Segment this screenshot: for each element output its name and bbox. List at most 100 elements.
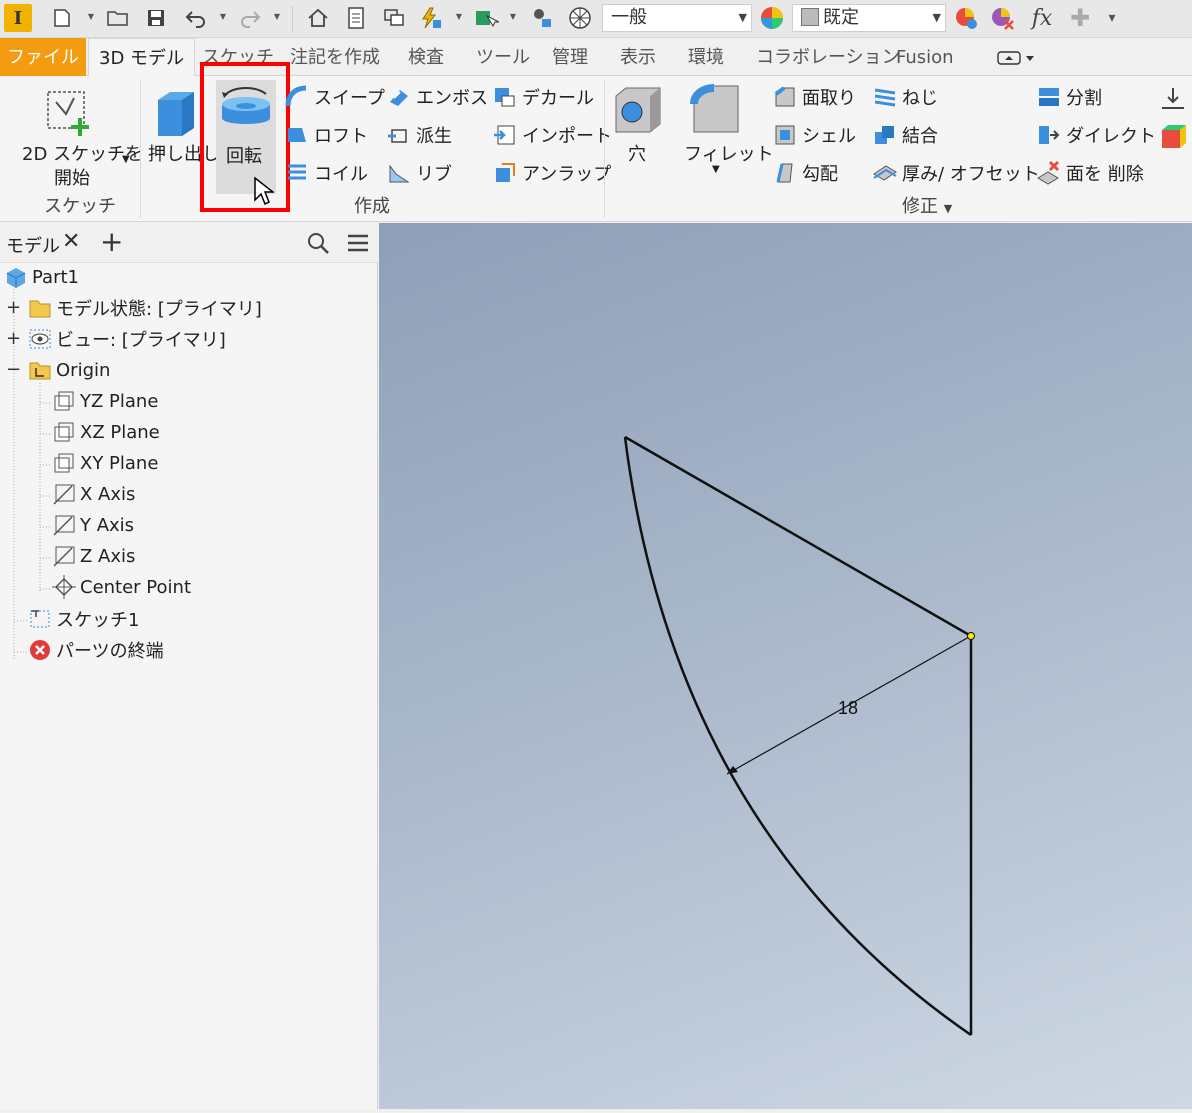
select-dropdown-icon[interactable]: ▼ (508, 12, 518, 22)
combine-button[interactable]: 結合 (872, 120, 938, 150)
group-label-modify[interactable]: 修正 ▼ (902, 192, 952, 218)
new-file-icon[interactable] (48, 4, 76, 32)
new-dropdown-icon[interactable]: ▼ (86, 12, 96, 22)
tree-item-view[interactable]: ビュー: [プライマリ] (28, 325, 226, 353)
thread-button[interactable]: ねじ (872, 82, 938, 112)
tree-item-sketch1[interactable]: スケッチ1 (28, 605, 139, 633)
undo-icon[interactable] (182, 4, 210, 32)
dimension-text[interactable]: 18 (838, 698, 858, 718)
undo-dropdown-icon[interactable]: ▼ (218, 12, 228, 22)
tree-item-center-point[interactable]: Center Point (52, 573, 191, 601)
delete-face-button[interactable]: 面を 削除 (1036, 158, 1144, 188)
collapse-minus-icon[interactable]: − (6, 359, 21, 380)
sweep-label: スイープ (314, 88, 385, 109)
tree-item-y-axis[interactable]: Y Axis (52, 511, 134, 539)
select-mode-icon[interactable] (472, 4, 500, 32)
split-label: 分割 (1066, 88, 1102, 109)
parameters-fx-icon[interactable]: fx (1028, 4, 1056, 32)
unwrap-button[interactable]: アンラップ (492, 158, 611, 188)
tree-item-end-of-part[interactable]: パーツの終端 (28, 636, 164, 664)
properties-icon[interactable] (342, 4, 370, 32)
tab-3d-model[interactable]: 3D モデル (88, 38, 196, 77)
surface-patch-icon[interactable] (1158, 84, 1188, 114)
tab-fusion[interactable]: Fusion (886, 38, 964, 76)
split-button[interactable]: 分割 (1036, 82, 1102, 112)
design-doctor-icon[interactable] (528, 4, 556, 32)
extrude-icon[interactable] (152, 84, 198, 140)
import-button[interactable]: インポート (492, 120, 612, 150)
derive-button[interactable]: 派生 (386, 120, 452, 150)
fillet-dropdown-icon[interactable]: ▼ (712, 164, 720, 175)
loft-button[interactable]: ロフト (284, 120, 368, 150)
tab-view[interactable]: 表示 (610, 38, 666, 76)
tab-annotate[interactable]: 注記を作成 (280, 38, 390, 76)
hole-label[interactable]: 穴 (628, 140, 646, 166)
rib-button[interactable]: リブ (386, 158, 452, 188)
fillet-icon[interactable] (690, 82, 742, 138)
tree-item-yz-plane[interactable]: YZ Plane (52, 387, 158, 415)
quick-access-toolbar: I ▼ ▼ ▼ ▼ ▼ 一般 ▼ 既定 ▼ fx ✚ ▾ (0, 0, 1192, 38)
fillet-label[interactable]: フィレット (684, 140, 774, 166)
tree-item-origin[interactable]: Origin (28, 356, 110, 384)
shell-button[interactable]: シェル (772, 120, 856, 150)
split-icon (1039, 88, 1059, 106)
redo-dropdown-icon[interactable]: ▼ (272, 12, 282, 22)
select-window-icon[interactable] (380, 4, 408, 32)
ribbon-display-toggle[interactable] (996, 50, 1036, 66)
tab-tools[interactable]: ツール (466, 38, 540, 76)
tab-file[interactable]: ファイル (0, 38, 86, 76)
plane-icon (54, 453, 74, 473)
draft-button[interactable]: 勾配 (772, 158, 838, 188)
expand-plus-icon[interactable]: + (6, 328, 21, 349)
view-eye-icon (29, 329, 51, 349)
derive-label: 派生 (416, 126, 452, 147)
graphics-viewport[interactable]: 18 (379, 223, 1192, 1109)
clear-appearance-icon[interactable] (988, 4, 1016, 32)
material-color-icon[interactable] (758, 4, 786, 32)
sketch-dropdown-icon[interactable]: ▼ (122, 154, 130, 165)
customize-menu-icon[interactable]: ▾ (1098, 4, 1126, 32)
tree-label: Y Axis (80, 514, 135, 536)
tree-item-part1[interactable]: Part1 (4, 263, 79, 291)
save-icon[interactable] (142, 4, 170, 32)
unwrap-label: アンラップ (522, 164, 612, 185)
thicken-button[interactable]: 厚み/ オフセット (872, 158, 1040, 188)
plus-icon[interactable]: ✚ (1066, 4, 1094, 32)
tree-item-xy-plane[interactable]: XY Plane (52, 449, 158, 477)
appearance-combo[interactable]: 一般 ▼ (602, 4, 752, 32)
appearance-ball-icon[interactable] (566, 4, 594, 32)
direct-button[interactable]: ダイレクト (1036, 120, 1156, 150)
update-dropdown-icon[interactable]: ▼ (454, 12, 464, 22)
tab-inspect[interactable]: 検査 (398, 38, 454, 76)
open-folder-icon[interactable] (104, 4, 132, 32)
tab-environment[interactable]: 環境 (678, 38, 734, 76)
ribbon-panel: 2D スケッチを 開始 ▼ スケッチ 押し出し 回転 スイープ ロフト コイル … (0, 62, 1192, 222)
adjust-appearance-icon[interactable] (952, 4, 980, 32)
chamfer-button[interactable]: 面取り (772, 82, 856, 112)
thread-label: ねじ (902, 88, 938, 109)
redo-icon[interactable] (236, 4, 264, 32)
tab-manage[interactable]: 管理 (542, 38, 598, 76)
tree-item-x-axis[interactable]: X Axis (52, 480, 135, 508)
material-combo[interactable]: 既定 ▼ (792, 4, 946, 32)
sweep-button[interactable]: スイープ (284, 82, 385, 112)
expand-plus-icon[interactable]: + (6, 297, 21, 318)
color-cube-icon[interactable] (1158, 122, 1188, 152)
tree-item-model-state[interactable]: モデル状態: [プライマリ] (28, 294, 262, 322)
hole-icon[interactable] (612, 82, 664, 138)
start-sketch-label-2[interactable]: 開始 (54, 164, 90, 190)
sketch-point[interactable] (967, 632, 975, 640)
tree-item-z-axis[interactable]: Z Axis (52, 542, 135, 570)
coil-button[interactable]: コイル (284, 158, 368, 188)
app-logo-icon[interactable]: I (4, 4, 32, 32)
divider (604, 80, 605, 218)
sketch-canvas: 18 (623, 435, 975, 1037)
start-2d-sketch-icon[interactable] (40, 82, 96, 138)
decal-button[interactable]: デカール (492, 82, 594, 112)
emboss-button[interactable]: エンボス (386, 82, 488, 112)
home-icon[interactable] (304, 4, 332, 32)
tree-label: パーツの終端 (56, 641, 164, 662)
tree-label: Center Point (80, 576, 191, 598)
tree-item-xz-plane[interactable]: XZ Plane (52, 418, 160, 446)
update-icon[interactable] (416, 4, 444, 32)
